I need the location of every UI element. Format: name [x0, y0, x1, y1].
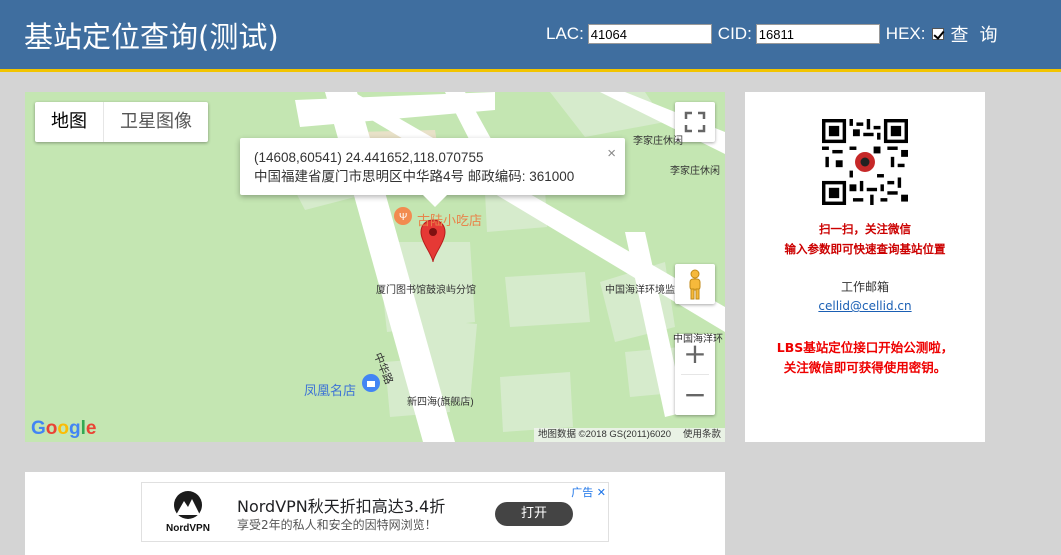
info-window-tail	[423, 195, 447, 207]
map-label: 中国海洋环	[673, 334, 723, 345]
map-type-control: 地图 卫星图像	[35, 102, 208, 142]
map-label: 李家庄休闲	[633, 136, 683, 147]
ad-subtext: 享受2年的私人和安全的因特网浏览！	[237, 518, 437, 532]
ad-banner[interactable]: NordVPN NordVPN秋天折扣高达3.4折 享受2年的私人和安全的因特网…	[141, 482, 609, 542]
map-attribution: 地图数据 ©2018 GS(2011)6020 使用条款	[533, 428, 725, 442]
hex-checkbox[interactable]	[932, 28, 945, 40]
map-label: 中国海洋环境监	[605, 285, 675, 296]
lac-input[interactable]	[587, 24, 712, 44]
terms-link[interactable]: 使用条款	[683, 428, 721, 442]
info-close-button[interactable]: ×	[607, 144, 616, 163]
query-form: LAC: CID: HEX: 查 询	[546, 22, 1001, 46]
pegman-icon	[689, 269, 701, 300]
street-view-button[interactable]	[675, 264, 715, 304]
ad-open-button[interactable]: 打开	[495, 502, 573, 526]
ad-headline[interactable]: NordVPN秋天折扣高达3.4折	[237, 493, 445, 517]
info-window: (14608,60541) 24.441652,118.070755 中国福建省…	[240, 138, 625, 195]
lac-label: LAC:	[546, 24, 584, 43]
hex-label: HEX:	[885, 24, 926, 43]
google-logo: Google	[31, 418, 97, 439]
info-coords: (14608,60541) 24.441652,118.070755	[254, 150, 484, 165]
zoom-control: + −	[675, 334, 715, 415]
side-panel: 扫一扫，关注微信 输入参数即可快速查询基站位置 工作邮箱 cellid@cell…	[745, 92, 985, 442]
wechat-scan-text: 扫一扫，关注微信 输入参数即可快速查询基站位置	[784, 222, 946, 256]
map-label: 新四海(旗舰店)	[407, 397, 474, 408]
zoom-out-button[interactable]: −	[675, 375, 715, 415]
cid-input[interactable]	[755, 24, 880, 44]
shop-label[interactable]: 凤凰名店	[304, 380, 356, 399]
api-notice: LBS基站定位接口开始公测啦， 关注微信即可获得使用密钥。	[776, 340, 954, 375]
restaurant-label[interactable]: 古陆小吃店	[417, 210, 482, 229]
map-type-roadmap[interactable]: 地图	[35, 102, 103, 142]
close-icon: ✕	[596, 486, 606, 499]
ad-choices[interactable]: 广告 ✕	[571, 484, 606, 500]
mail-title: 工作邮箱	[840, 280, 889, 294]
header-bar: 基站定位查询(测试) LAC: CID: HEX: 查 询	[0, 0, 1061, 72]
map-view[interactable]: Ψ 地图 卫星图像 + − (14608,60541) 24.441652,11…	[25, 92, 725, 442]
mail-link[interactable]: cellid@cellid.cn	[745, 299, 985, 313]
cid-label: CID:	[717, 24, 752, 43]
wechat-qr-code	[822, 119, 908, 205]
ad-brand: NordVPN	[166, 523, 210, 534]
query-button[interactable]: 查 询	[950, 21, 1000, 47]
svg-text:Ψ: Ψ	[399, 212, 407, 223]
site-title: 基站定位查询(测试)	[24, 20, 279, 54]
map-type-satellite[interactable]: 卫星图像	[103, 102, 208, 142]
map-label: 李家庄休闲	[670, 166, 720, 177]
map-label: 厦门图书馆鼓浪屿分馆	[376, 285, 476, 296]
nordvpn-logo: NordVPN	[156, 489, 220, 539]
ad-container: NordVPN NordVPN秋天折扣高达3.4折 享受2年的私人和安全的因特网…	[25, 472, 725, 555]
mountain-icon	[174, 491, 202, 519]
attribution-text: 地图数据 ©2018 GS(2011)6020	[537, 429, 671, 440]
info-address: 中国福建省厦门市思明区中华路4号 邮政编码: 361000	[254, 169, 575, 184]
